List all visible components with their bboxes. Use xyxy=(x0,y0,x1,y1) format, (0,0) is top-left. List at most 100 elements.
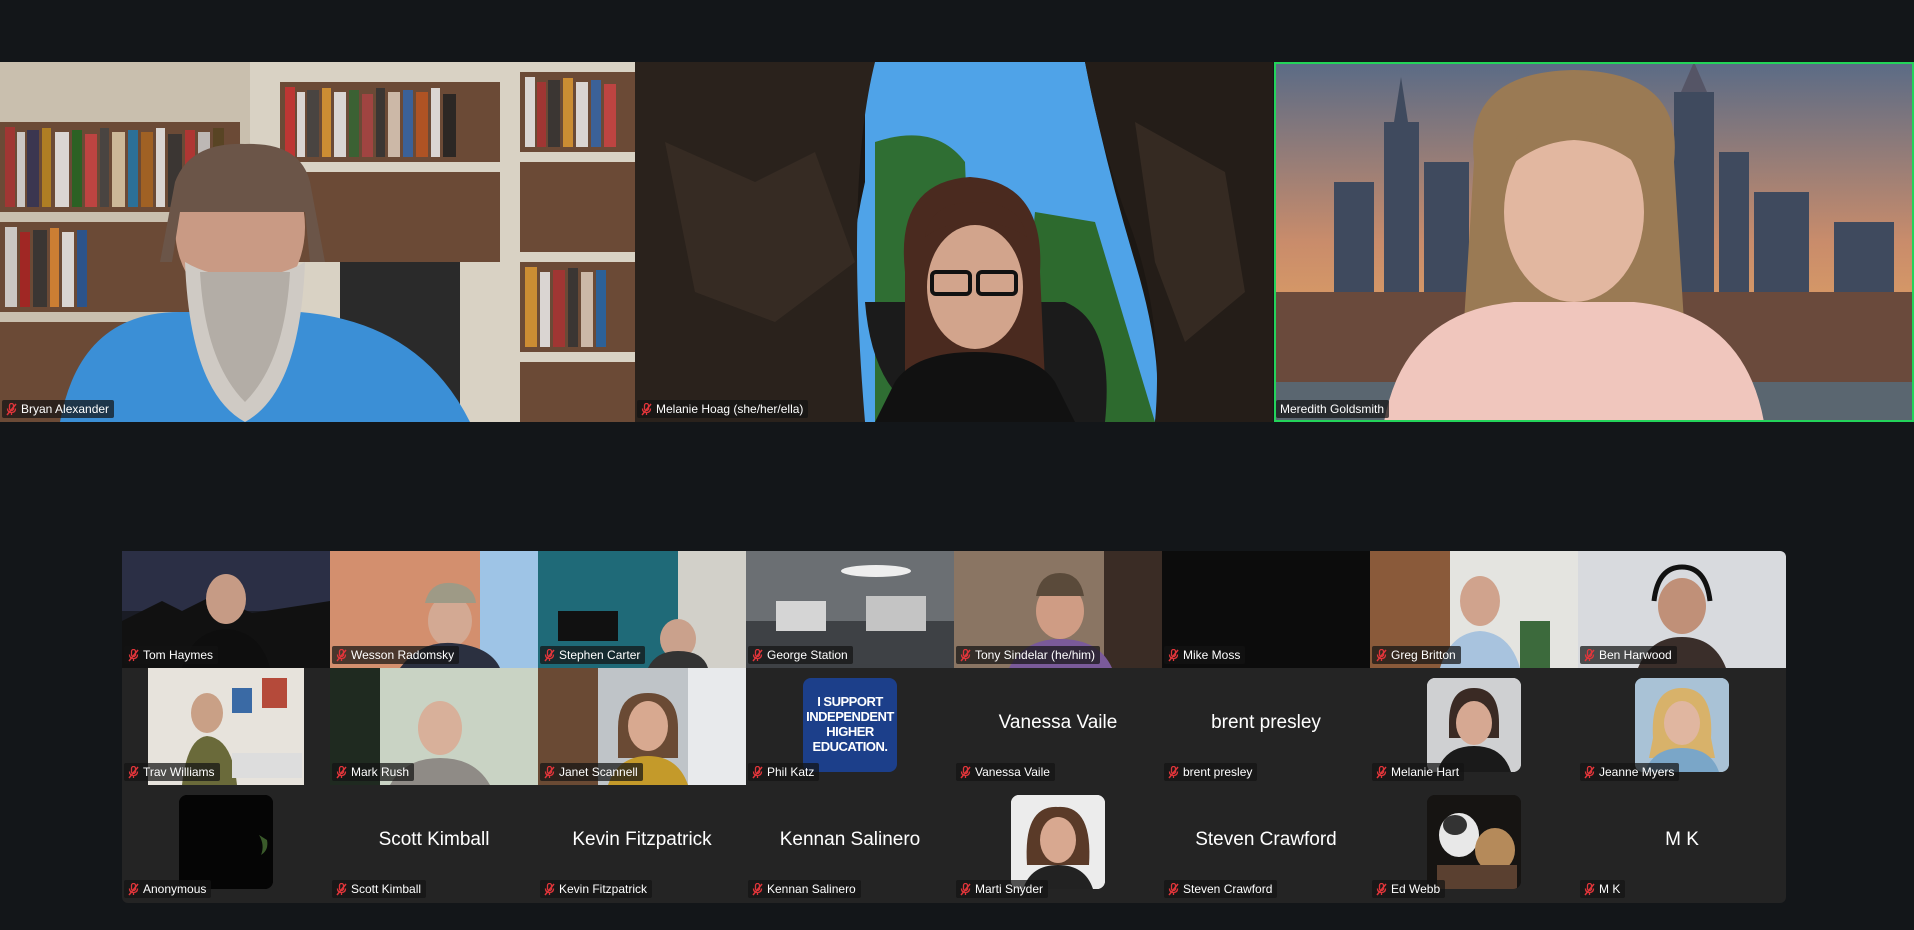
mic-muted-icon xyxy=(128,766,139,779)
video-tile-ben-harwood[interactable]: Ben Harwood xyxy=(1578,551,1786,668)
participant-name-tag: Stephen Carter xyxy=(540,646,646,664)
participant-name-tag: Phil Katz xyxy=(748,763,820,781)
participant-name-tag: Meredith Goldsmith xyxy=(1276,400,1390,418)
video-feed-cave xyxy=(635,62,1273,422)
video-tile-mike-moss[interactable]: Mike Moss xyxy=(1162,551,1370,668)
avatar-image xyxy=(1011,795,1105,889)
participant-name-tag: brent presley xyxy=(1164,763,1258,781)
participant-name-tag: George Station xyxy=(748,646,853,664)
video-tile-george-station[interactable]: George Station xyxy=(746,551,954,668)
participant-name: Marti Snyder xyxy=(975,882,1044,896)
participant-name: Tom Haymes xyxy=(143,648,214,662)
avatar-text-line: I SUPPORT xyxy=(817,694,883,709)
video-tile-scott-kimball[interactable]: Scott Kimball Scott Kimball xyxy=(330,785,538,902)
video-feed-city-skyline xyxy=(1274,62,1914,422)
participant-name-tag: Steven Crawford xyxy=(1164,880,1278,898)
mic-muted-icon xyxy=(1584,766,1595,779)
participant-name: Wesson Radomsky xyxy=(351,648,455,662)
participant-name: Janet Scannell xyxy=(559,765,638,779)
participant-name-tag: M K xyxy=(1580,880,1626,898)
mic-muted-icon xyxy=(336,883,347,896)
video-tile-main-2[interactable]: Melanie Hoag (she/her/ella) xyxy=(635,62,1273,422)
participant-display-name: brent presley xyxy=(1211,712,1321,733)
video-tile-tony-sindelar[interactable]: Tony Sindelar (he/him) xyxy=(954,551,1162,668)
video-tile-main-1[interactable]: Bryan Alexander xyxy=(0,62,635,422)
video-tile-jeanne-myers[interactable]: Jeanne Myers xyxy=(1578,668,1786,785)
avatar-text-line: HIGHER xyxy=(826,724,874,739)
participant-name: Anonymous xyxy=(143,882,207,896)
video-tile-phil-katz[interactable]: I SUPPORT INDEPENDENT HIGHER EDUCATION. … xyxy=(746,668,954,785)
participant-name: M K xyxy=(1599,882,1621,896)
video-tile-kennan-salinero[interactable]: Kennan Salinero Kennan Salinero xyxy=(746,785,954,902)
participant-name: Phil Katz xyxy=(767,765,815,779)
mic-muted-icon xyxy=(752,766,763,779)
mic-muted-icon xyxy=(544,649,555,662)
participant-name-tag: Melanie Hart xyxy=(1372,763,1465,781)
participant-name-tag: Ben Harwood xyxy=(1580,646,1677,664)
participant-name: Tony Sindelar (he/him) xyxy=(975,648,1096,662)
participant-name-tag: Jeanne Myers xyxy=(1580,763,1680,781)
mic-muted-icon xyxy=(336,766,347,779)
video-tile-marti-snyder[interactable]: Marti Snyder xyxy=(954,785,1162,902)
profile-picture xyxy=(1011,795,1105,889)
mic-muted-icon xyxy=(641,403,652,416)
avatar-text-line: EDUCATION. xyxy=(812,739,888,754)
participant-name-tag: Vanessa Vaile xyxy=(956,763,1055,781)
video-tile-tom-haymes[interactable]: Tom Haymes xyxy=(122,551,330,668)
video-tile-steven-crawford[interactable]: Steven Crawford Steven Crawford xyxy=(1162,785,1370,902)
participant-name: Meredith Goldsmith xyxy=(1280,402,1385,416)
video-feed-bookshelf xyxy=(0,62,635,422)
video-tile-janet-scannell[interactable]: Janet Scannell xyxy=(538,668,746,785)
participant-name-tag: Kevin Fitzpatrick xyxy=(540,880,653,898)
mic-muted-icon xyxy=(960,766,971,779)
participant-name: Scott Kimball xyxy=(351,882,422,896)
video-tile-wesson-radomsky[interactable]: Wesson Radomsky xyxy=(330,551,538,668)
avatar-text-line: INDEPENDENT xyxy=(806,709,894,724)
avatar-image xyxy=(179,795,273,889)
participant-name: Ed Webb xyxy=(1391,882,1441,896)
video-tile-ed-webb[interactable]: Ed Webb xyxy=(1370,785,1578,902)
participant-display-name: Kevin Fitzpatrick xyxy=(572,829,712,850)
mic-muted-icon xyxy=(960,883,971,896)
mic-muted-icon xyxy=(336,649,347,662)
participant-display-name: Scott Kimball xyxy=(378,829,490,850)
participant-name-tag: Marti Snyder xyxy=(956,880,1049,898)
participant-name-tag: Melanie Hoag (she/her/ella) xyxy=(637,400,809,418)
participant-name-tag: Mike Moss xyxy=(1164,646,1246,664)
video-tile-m-k[interactable]: M K M K xyxy=(1578,785,1786,902)
video-tile-vanessa-vaile[interactable]: Vanessa Vaile Vanessa Vaile xyxy=(954,668,1162,785)
video-tile-stephen-carter[interactable]: Stephen Carter xyxy=(538,551,746,668)
participant-name: Vanessa Vaile xyxy=(975,765,1050,779)
mic-muted-icon xyxy=(544,883,555,896)
mic-muted-icon xyxy=(752,883,763,896)
participant-display-name: M K xyxy=(1665,829,1699,850)
mic-muted-icon xyxy=(1584,883,1595,896)
participant-name-tag: Tom Haymes xyxy=(124,646,219,664)
profile-picture xyxy=(179,795,273,889)
video-tile-melanie-hart[interactable]: Melanie Hart xyxy=(1370,668,1578,785)
mic-muted-icon xyxy=(1376,649,1387,662)
avatar-image xyxy=(1635,678,1729,772)
mic-muted-icon xyxy=(1168,766,1179,779)
video-tile-brent-presley[interactable]: brent presley brent presley xyxy=(1162,668,1370,785)
participant-name-tag: Janet Scannell xyxy=(540,763,643,781)
participant-display-name: Steven Crawford xyxy=(1195,829,1337,850)
video-tile-greg-britton[interactable]: Greg Britton xyxy=(1370,551,1578,668)
participant-name-tag: Kennan Salinero xyxy=(748,880,861,898)
avatar-image xyxy=(1427,678,1521,772)
video-tile-main-3-active-speaker[interactable]: Meredith Goldsmith xyxy=(1274,62,1914,422)
video-tile-mark-rush[interactable]: Mark Rush xyxy=(330,668,538,785)
video-tile-trav-williams[interactable]: Trav Williams xyxy=(122,668,330,785)
participant-name: Kevin Fitzpatrick xyxy=(559,882,648,896)
participant-name-tag: Tony Sindelar (he/him) xyxy=(956,646,1101,664)
participant-name-tag: Trav Williams xyxy=(124,763,220,781)
profile-picture xyxy=(1427,795,1521,889)
participant-display-name: Vanessa Vaile xyxy=(998,712,1118,733)
video-tile-anonymous[interactable]: Anonymous xyxy=(122,785,330,902)
participant-name: brent presley xyxy=(1183,765,1253,779)
video-tile-kevin-fitzpatrick[interactable]: Kevin Fitzpatrick Kevin Fitzpatrick xyxy=(538,785,746,902)
participant-name: Mike Moss xyxy=(1183,648,1241,662)
participant-name-tag: Anonymous xyxy=(124,880,212,898)
mic-muted-icon xyxy=(960,649,971,662)
mic-muted-icon xyxy=(1376,883,1387,896)
